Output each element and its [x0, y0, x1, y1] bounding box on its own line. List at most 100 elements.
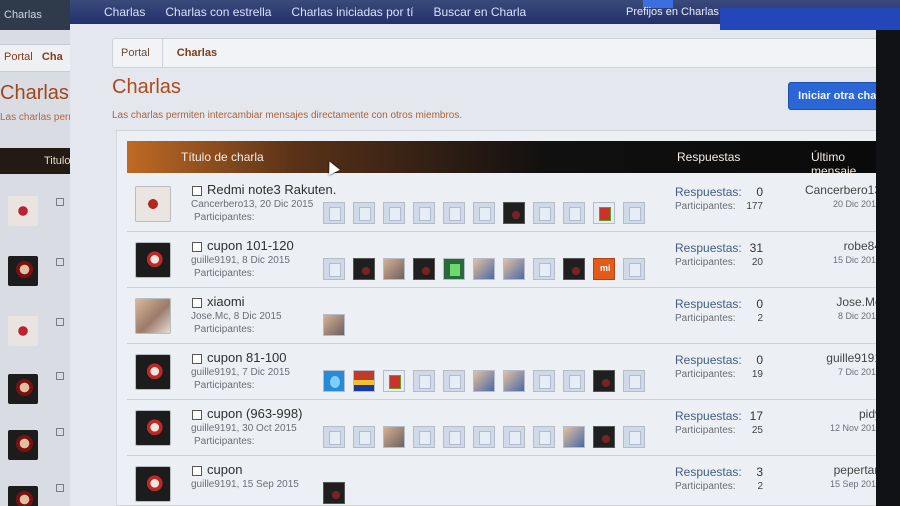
background-avatar[interactable]: [8, 486, 38, 506]
conversation-title[interactable]: Redmi note3 Rakuten.: [207, 182, 336, 197]
conversation-title[interactable]: cupon (963-998): [207, 406, 302, 421]
table-row[interactable]: cupon (963-998) guille9191, 30 Oct 2015 …: [127, 401, 889, 456]
conversation-meta[interactable]: guille9191, 8 Dic 2015: [191, 255, 290, 266]
participant-avatar[interactable]: [383, 202, 405, 224]
participant-avatar[interactable]: [563, 426, 585, 448]
background-checkbox[interactable]: [56, 318, 64, 326]
participant-avatar[interactable]: [473, 426, 495, 448]
participant-avatar[interactable]: [443, 202, 465, 224]
background-avatar[interactable]: [8, 430, 38, 460]
table-row[interactable]: cupon 101-120 guille9191, 8 Dic 2015 Par…: [127, 233, 889, 288]
participant-avatar[interactable]: [323, 426, 345, 448]
participant-avatar[interactable]: [473, 370, 495, 392]
participant-avatar[interactable]: [413, 258, 435, 280]
participant-avatar[interactable]: [533, 426, 555, 448]
last-message-date[interactable]: 12 Nov 2015: [830, 423, 881, 433]
participant-avatar[interactable]: [503, 370, 525, 392]
last-message-date[interactable]: 20 Dic 2015: [833, 199, 881, 209]
participant-avatar[interactable]: [563, 202, 585, 224]
participant-avatar[interactable]: [533, 370, 555, 392]
avatar[interactable]: [135, 298, 171, 334]
participant-avatar[interactable]: [593, 370, 615, 392]
last-message-user[interactable]: Cancerbero13: [805, 183, 881, 197]
conversation-title[interactable]: xiaomi: [207, 294, 245, 309]
nav-started-by-you[interactable]: Charlas iniciadas por tí: [291, 5, 413, 19]
participant-avatar[interactable]: [443, 370, 465, 392]
table-row[interactable]: xiaomi Jose.Mc, 8 Dic 2015 Participantes…: [127, 289, 889, 344]
background-checkbox[interactable]: [56, 198, 64, 206]
last-message-date[interactable]: 8 Dic 2015: [838, 311, 881, 321]
participant-avatar[interactable]: [563, 258, 585, 280]
participant-avatar[interactable]: [323, 370, 345, 392]
background-avatar[interactable]: [8, 256, 38, 286]
background-checkbox[interactable]: [56, 258, 64, 266]
participant-avatar[interactable]: [413, 202, 435, 224]
avatar[interactable]: [135, 466, 171, 502]
conversation-meta[interactable]: guille9191, 30 Oct 2015: [191, 423, 297, 434]
background-tab[interactable]: Charlas: [4, 9, 42, 21]
breadcrumb-current[interactable]: Charlas: [163, 47, 217, 59]
row-checkbox[interactable]: [192, 354, 202, 364]
last-message-date[interactable]: 15 Sep 2015: [830, 479, 881, 489]
table-row[interactable]: cupon 81-100 guille9191, 7 Dic 2015 Part…: [127, 345, 889, 400]
last-message-user[interactable]: Jose.Mc: [836, 295, 881, 309]
participant-avatar[interactable]: [383, 370, 405, 392]
participant-avatar[interactable]: [323, 314, 345, 336]
background-checkbox[interactable]: [56, 484, 64, 492]
participant-avatar[interactable]: [593, 258, 615, 280]
participant-avatar[interactable]: [503, 202, 525, 224]
conversation-meta[interactable]: guille9191, 15 Sep 2015: [191, 479, 299, 490]
participant-avatar[interactable]: [503, 258, 525, 280]
avatar[interactable]: [135, 354, 171, 390]
participant-avatar[interactable]: [443, 426, 465, 448]
nav-charlas[interactable]: Charlas: [104, 5, 145, 19]
background-crumb-portal[interactable]: Portal: [4, 51, 33, 63]
participant-avatar[interactable]: [593, 202, 615, 224]
conversation-title[interactable]: cupon: [207, 462, 242, 477]
header-title[interactable]: Título de charla: [181, 150, 264, 164]
last-message-user[interactable]: pepertan: [834, 463, 881, 477]
participant-avatar[interactable]: [473, 202, 495, 224]
participant-avatar[interactable]: [623, 258, 645, 280]
participant-avatar[interactable]: [473, 258, 495, 280]
nav-prefixes[interactable]: Prefijos en Charlas: [626, 6, 719, 18]
participant-avatar[interactable]: [533, 258, 555, 280]
conversation-meta[interactable]: Cancerbero13, 20 Dic 2015: [191, 199, 313, 210]
participant-avatar[interactable]: [563, 370, 585, 392]
participant-avatar[interactable]: [323, 482, 345, 504]
participant-avatar[interactable]: [623, 370, 645, 392]
participant-avatar[interactable]: [353, 426, 375, 448]
table-row[interactable]: cupon guille9191, 15 Sep 2015 Respuestas…: [127, 457, 889, 506]
breadcrumb-portal[interactable]: Portal: [113, 39, 163, 67]
avatar[interactable]: [135, 186, 171, 222]
participant-avatar[interactable]: [323, 202, 345, 224]
conversation-meta[interactable]: guille9191, 7 Dic 2015: [191, 367, 290, 378]
participant-avatar[interactable]: [383, 258, 405, 280]
table-row[interactable]: Redmi note3 Rakuten. Cancerbero13, 20 Di…: [127, 177, 889, 232]
nav-starred[interactable]: Charlas con estrella: [165, 5, 271, 19]
background-avatar[interactable]: [8, 374, 38, 404]
background-checkbox[interactable]: [56, 428, 64, 436]
participant-avatar[interactable]: [353, 370, 375, 392]
participant-avatar[interactable]: [323, 258, 345, 280]
participant-avatar[interactable]: [383, 426, 405, 448]
last-message-user[interactable]: guille9191: [826, 351, 881, 365]
participant-avatar[interactable]: [353, 202, 375, 224]
row-checkbox[interactable]: [192, 298, 202, 308]
row-checkbox[interactable]: [192, 242, 202, 252]
conversation-title[interactable]: cupon 101-120: [207, 238, 294, 253]
participant-avatar[interactable]: [623, 202, 645, 224]
participant-avatar[interactable]: [443, 258, 465, 280]
row-checkbox[interactable]: [192, 466, 202, 476]
participant-avatar[interactable]: [353, 258, 375, 280]
participant-avatar[interactable]: [623, 426, 645, 448]
avatar[interactable]: [135, 242, 171, 278]
nav-search[interactable]: Buscar en Charla: [433, 5, 526, 19]
participant-avatar[interactable]: [593, 426, 615, 448]
background-avatar[interactable]: [8, 196, 38, 226]
last-message-date[interactable]: 15 Dic 2015: [833, 255, 881, 265]
header-replies[interactable]: Respuestas: [677, 150, 740, 164]
last-message-date[interactable]: 7 Dic 2015: [838, 367, 881, 377]
background-avatar[interactable]: [8, 316, 38, 346]
conversation-title[interactable]: cupon 81-100: [207, 350, 287, 365]
